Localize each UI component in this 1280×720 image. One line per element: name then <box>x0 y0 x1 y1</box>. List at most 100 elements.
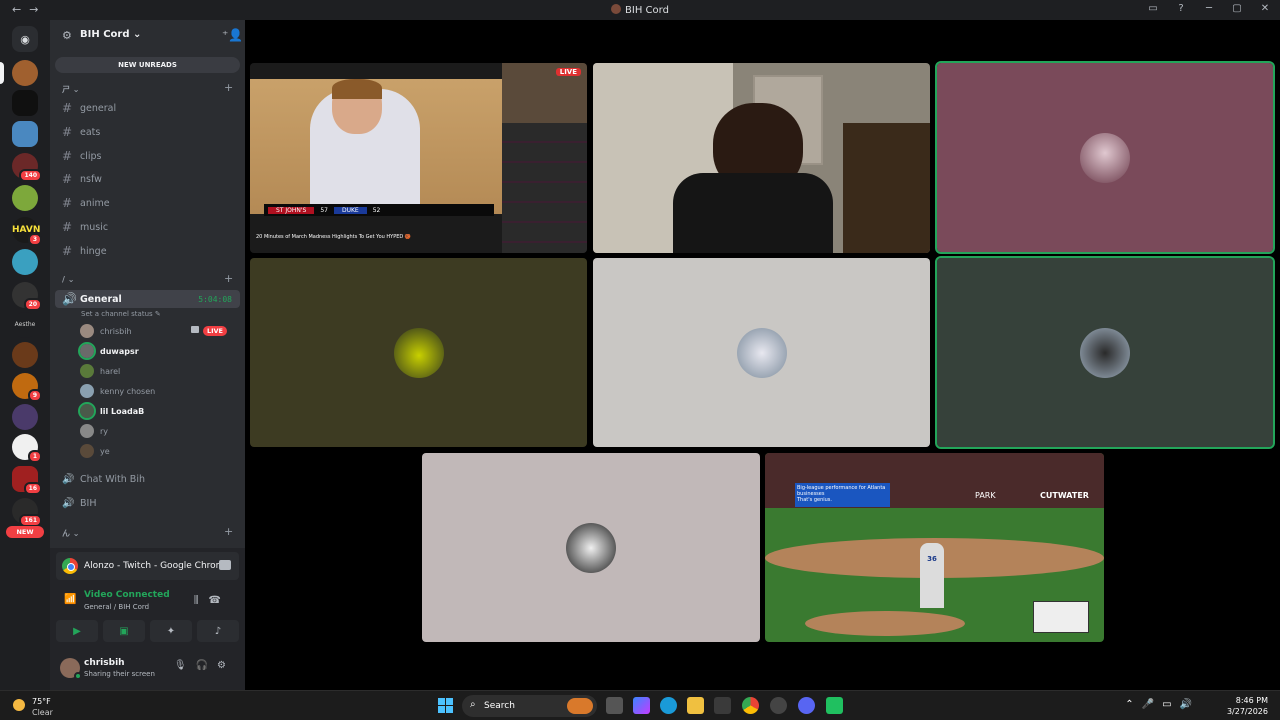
task-view-icon[interactable] <box>606 697 623 714</box>
camera-button[interactable]: ▶ <box>56 620 98 642</box>
guild-icon[interactable]: 140 <box>12 153 42 182</box>
mic-tray-icon[interactable]: 🎤 <box>1142 699 1162 710</box>
voice-channel-bih[interactable]: 🔊 BIH <box>62 494 237 512</box>
channel-hinge[interactable]: # hinge <box>62 242 237 260</box>
channel-eats[interactable]: # eats <box>62 123 237 141</box>
weather-widget[interactable]: 75°F Clear <box>10 696 70 718</box>
add-channel-icon[interactable]: + <box>224 525 233 538</box>
participant-tile[interactable] <box>935 256 1275 449</box>
close-icon[interactable]: ✕ <box>1258 3 1272 14</box>
file-explorer-icon[interactable] <box>687 697 704 714</box>
category-header[interactable]: / ⌄ <box>62 275 74 284</box>
participant-tile[interactable] <box>250 258 587 447</box>
store-icon[interactable] <box>714 697 731 714</box>
category-header[interactable]: ん ⌄ <box>62 528 80 539</box>
invite-icon[interactable]: ⁺👤 <box>222 28 243 42</box>
guild-icon[interactable] <box>12 90 38 116</box>
channel-nsfw[interactable]: # nsfw <box>62 170 237 188</box>
guild-icon[interactable]: 20 <box>12 282 42 311</box>
channel-anime[interactable]: # anime <box>62 194 237 212</box>
guild-icon[interactable] <box>12 342 38 368</box>
new-unreads-bar[interactable]: NEW UNREADS <box>55 57 240 73</box>
network-icon[interactable]: ▭ <box>1162 699 1179 710</box>
search-box[interactable]: ⌕ Search <box>462 695 597 717</box>
edge-icon[interactable] <box>660 697 677 714</box>
connection-status[interactable]: Video Connected <box>84 590 170 600</box>
team-b: DUKE <box>333 206 367 214</box>
baseball-stream-tile[interactable]: Big-league performance for Atlanta busin… <box>765 453 1104 642</box>
add-channel-icon[interactable]: + <box>224 272 233 285</box>
time: 8:46 PM <box>1235 696 1268 705</box>
channel-general[interactable]: # general <box>62 99 237 117</box>
guild-icon[interactable] <box>12 249 38 275</box>
signal-icon[interactable]: 📶 <box>64 594 76 605</box>
screen-share-row[interactable]: Alonzo - Twitch - Google Chrome <box>56 552 239 580</box>
guild-icon[interactable] <box>12 404 38 430</box>
activities-button[interactable]: ✦ <box>150 620 192 642</box>
connection-location: General / BIH Cord <box>84 603 150 611</box>
participant-tile[interactable] <box>935 61 1275 254</box>
guild-icon[interactable] <box>12 121 38 147</box>
disconnect-icon[interactable]: ☎ <box>209 595 231 606</box>
guild-icon[interactable]: Aesthe <box>12 312 38 338</box>
chrome-taskbar-icon[interactable] <box>742 697 759 714</box>
ad-board: Big-league performance for Atlanta busin… <box>795 483 890 507</box>
guild-icon[interactable]: 16 <box>12 466 42 495</box>
webcam-tile[interactable] <box>593 63 930 253</box>
condition: Clear <box>32 708 53 717</box>
help-icon[interactable]: ? <box>1174 3 1188 14</box>
voice-channel-chat-with-bih[interactable]: 🔊 Chat With Bih <box>62 470 237 488</box>
server-header[interactable]: ⚙ BIH Cord ⌄ ⁺👤 <box>50 20 245 52</box>
voice-user[interactable]: chrisbih LIVE <box>80 322 235 340</box>
copilot-icon[interactable] <box>633 697 650 714</box>
guild-icon[interactable] <box>12 60 38 86</box>
guild-icon[interactable]: 9 <box>12 373 42 402</box>
guild-icon[interactable]: HAVN 3 <box>12 217 42 246</box>
voice-channel-general[interactable]: 🔊 General 5:04:08 <box>55 290 240 308</box>
chevron-up-icon[interactable]: ⌃ <box>1125 699 1141 710</box>
participant-tile[interactable] <box>422 453 760 642</box>
channel-music[interactable]: # music <box>62 218 237 236</box>
clock[interactable]: 8:46 PM 3/27/2026 <box>1227 695 1268 717</box>
start-icon[interactable] <box>438 698 453 713</box>
channel-clips[interactable]: # clips <box>62 147 237 165</box>
headphones-icon[interactable]: 🎧 <box>196 660 217 671</box>
inbox-icon[interactable]: ▭ <box>1146 3 1160 14</box>
score-b: 52 <box>372 206 381 214</box>
search-highlight-icon <box>567 698 593 714</box>
app-icon[interactable] <box>770 697 787 714</box>
system-tray[interactable]: ⌃🎤▭🔊 <box>1125 699 1200 710</box>
stream-tile[interactable]: ST JOHN'S 57 DUKE 52 20 Minutes of March… <box>250 63 587 253</box>
user-panel[interactable]: chrisbih Sharing their screen 🎙🎧⚙ <box>56 650 239 686</box>
microphone-icon[interactable]: 🎙 <box>174 660 196 671</box>
voice-user[interactable]: ye <box>80 442 235 460</box>
screen-share-button[interactable]: ▣ <box>103 620 145 642</box>
maximize-icon[interactable]: ▢ <box>1230 3 1244 14</box>
channel-status[interactable]: Set a channel status ✎ <box>81 310 161 318</box>
voice-user[interactable]: lil LoadaB <box>78 402 235 420</box>
noise-suppression-icon[interactable]: ⫼ <box>194 595 209 606</box>
server-settings-icon[interactable]: ⚙ <box>62 29 72 42</box>
soundboard-button[interactable]: ♪ <box>197 620 239 642</box>
chrome-icon <box>62 558 78 574</box>
voice-user[interactable]: kenny chosen <box>80 382 235 400</box>
participant-tile[interactable] <box>593 258 930 447</box>
new-pill[interactable]: NEW <box>6 526 44 538</box>
guild-icon[interactable] <box>12 185 38 211</box>
guild-icon[interactable]: 1 <box>12 434 42 463</box>
volume-icon[interactable]: 🔊 <box>1180 699 1200 710</box>
discord-home-icon[interactable]: ◉ <box>12 26 38 52</box>
voice-user[interactable]: ry <box>80 422 235 440</box>
minimize-icon[interactable]: ─ <box>1202 3 1216 14</box>
app-icon[interactable] <box>826 697 843 714</box>
discord-taskbar-icon[interactable] <box>798 697 815 714</box>
stop-share-icon[interactable] <box>219 560 231 570</box>
voice-user[interactable]: harel <box>80 362 235 380</box>
settings-icon[interactable]: ⚙ <box>217 660 235 671</box>
guild-icon[interactable]: 161 <box>12 498 42 527</box>
hash-icon: # <box>62 125 73 139</box>
category-header[interactable]: ㄕ ⌄ <box>62 84 80 95</box>
add-channel-icon[interactable]: + <box>224 81 233 94</box>
avatar <box>80 444 94 458</box>
voice-user[interactable]: duwapsr <box>78 342 235 360</box>
